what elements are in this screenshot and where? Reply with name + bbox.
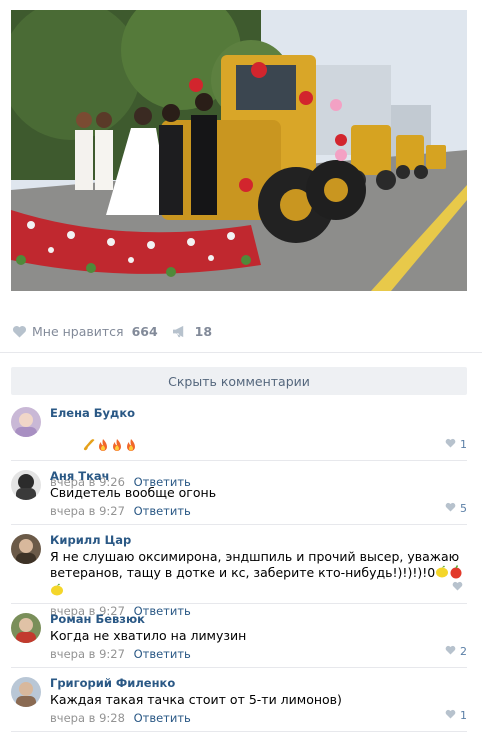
comment-author[interactable]: Роман Бевзюк	[50, 612, 467, 626]
avatar[interactable]	[11, 677, 41, 707]
comment-like-button[interactable]	[452, 581, 467, 594]
comment-item: Аня Ткач Свидетель вообще огонь вчера в …	[11, 461, 467, 525]
lemon-icon	[50, 583, 64, 601]
comment-time[interactable]: вчера в 9:28	[50, 711, 125, 725]
lemon-icon	[435, 565, 449, 583]
fire-icon	[96, 438, 110, 456]
comment-like-button[interactable]: 1	[445, 438, 467, 451]
comment-text-content: Я не слушаю оксимирона, эндшпиль и прочи…	[50, 549, 464, 580]
heart-icon	[445, 438, 456, 451]
avatar[interactable]	[11, 407, 41, 437]
like-label: Мне нравится	[32, 323, 124, 339]
heart-icon	[445, 709, 456, 722]
heart-icon	[11, 323, 27, 339]
comment-like-button[interactable]: 1	[445, 709, 467, 722]
comment-time[interactable]: вчера в 9:27	[50, 647, 125, 661]
avatar[interactable]	[11, 534, 41, 564]
heart-icon	[452, 581, 463, 594]
avatar[interactable]	[11, 470, 41, 500]
reply-button[interactable]: Ответить	[134, 504, 191, 518]
fire-icon	[110, 438, 124, 456]
share-count: 18	[194, 323, 213, 339]
comment-item: Елена Будко вчера в 9:26 Ответить 1	[11, 398, 467, 489]
comment-author[interactable]: Аня Ткач	[50, 469, 467, 483]
comment-item: Кирилл Цар Я не слушаю оксимирона, эндшп…	[11, 525, 467, 618]
comment-text: Я не слушаю оксимирона, эндшпиль и прочи…	[50, 549, 467, 601]
comment-like-count: 2	[460, 645, 467, 658]
comment-author[interactable]: Григорий Филенко	[50, 676, 467, 690]
comment-text: Каждая такая тачка стоит от 5-ти лимонов…	[50, 692, 342, 707]
comment-like-count: 1	[460, 438, 467, 451]
heart-icon	[445, 502, 456, 515]
comment-time[interactable]: вчера в 9:27	[50, 504, 125, 518]
share-button[interactable]: 18	[172, 323, 212, 339]
like-button[interactable]: Мне нравится 664	[11, 323, 158, 339]
comment-text: Когда не хватило на лимузин	[50, 628, 247, 643]
comment-author[interactable]: Елена Будко	[50, 406, 467, 420]
hide-comments-button[interactable]: Скрыть комментарии	[11, 367, 467, 395]
reply-button[interactable]: Ответить	[134, 711, 191, 725]
comment-like-count: 5	[460, 502, 467, 515]
megaphone-icon	[172, 323, 188, 339]
post-photo[interactable]	[11, 10, 467, 291]
comment-like-count: 1	[460, 709, 467, 722]
comments-list: Елена Будко вчера в 9:26 Ответить 1 Аня …	[11, 398, 467, 732]
comment-text: Свидетель вообще огонь	[50, 485, 217, 500]
like-count: 664	[131, 323, 158, 339]
comment-like-button[interactable]: 2	[445, 645, 467, 658]
comment-author[interactable]: Кирилл Цар	[50, 533, 467, 547]
divider	[0, 352, 482, 353]
comment-item: Григорий Филенко Каждая такая тачка стои…	[11, 668, 467, 732]
comment-like-button[interactable]: 5	[445, 502, 467, 515]
avatar[interactable]	[11, 613, 41, 643]
fire-icon	[124, 438, 138, 456]
comment-item: Роман Бевзюк Когда не хватило на лимузин…	[11, 604, 467, 668]
reply-button[interactable]: Ответить	[134, 647, 191, 661]
post-actions: Мне нравится 664 18	[11, 318, 467, 344]
saxophone-icon	[82, 438, 96, 456]
heart-icon	[445, 645, 456, 658]
